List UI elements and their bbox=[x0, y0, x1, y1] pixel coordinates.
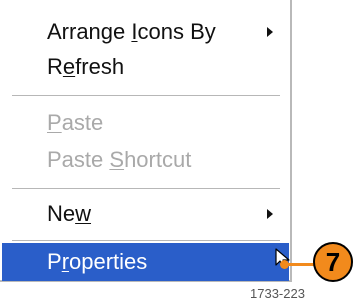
menu-item-paste: Paste bbox=[2, 104, 289, 142]
menu-item-arrange-icons-by[interactable]: Arrange Icons By bbox=[2, 13, 289, 51]
menu-item-new[interactable]: New bbox=[2, 195, 289, 233]
menu-separator bbox=[12, 240, 280, 242]
menu-item-label: Properties bbox=[47, 249, 148, 274]
figure-id: 1733-223 bbox=[250, 286, 305, 301]
menu-item-label: Paste bbox=[47, 110, 104, 135]
callout-number-badge: 7 bbox=[313, 242, 353, 282]
menu-separator bbox=[12, 95, 280, 97]
menu-item-label: Arrange Icons By bbox=[47, 19, 216, 44]
menu-separator bbox=[12, 188, 280, 190]
callout-dot bbox=[280, 260, 289, 269]
menu-item-label: New bbox=[47, 201, 92, 226]
submenu-arrow-icon bbox=[267, 209, 273, 219]
context-menu: Arrange Icons By Refresh Paste Paste Sho… bbox=[0, 0, 292, 282]
menu-item-label: Refresh bbox=[47, 54, 125, 79]
menu-item-refresh[interactable]: Refresh bbox=[2, 48, 289, 86]
menu-item-properties[interactable]: Properties bbox=[2, 243, 289, 281]
menu-item-label: Paste Shortcut bbox=[47, 147, 192, 172]
submenu-arrow-icon bbox=[267, 27, 273, 37]
menu-item-paste-shortcut: Paste Shortcut bbox=[2, 141, 289, 179]
